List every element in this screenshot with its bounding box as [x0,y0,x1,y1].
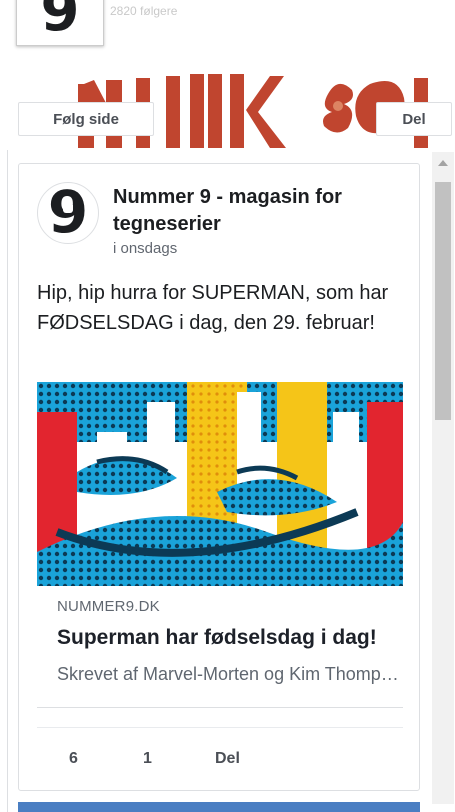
comment-count-button[interactable]: 1 [143,750,152,768]
link-preview-divider [37,707,403,708]
share-post-button[interactable]: Del [215,750,240,768]
logo-glyph: 9 [40,0,80,44]
link-description[interactable]: Skrevet af Marvel-Morten og Kim Thompson [57,664,403,685]
page-avatar[interactable]: 9 [37,182,99,244]
feed-post: 9 Nummer 9 - magasin for tegneserier i o… [18,163,420,791]
post-timestamp[interactable]: i onsdags [113,240,177,257]
cover-area: 9 2820 følgere Følg side Del [0,0,455,150]
share-page-button[interactable]: Del [376,102,452,136]
page-logo[interactable]: 9 [16,0,104,46]
follow-page-button[interactable]: Følg side [18,102,154,136]
post-page-name[interactable]: Nummer 9 - magasin for tegneserier [113,184,373,238]
next-post-preview [18,802,420,812]
link-domain[interactable]: NUMMER9.DK [57,598,160,615]
followers-count: 2820 følgere [110,4,178,18]
scrollbar[interactable] [432,152,454,804]
link-preview-image[interactable] [37,382,403,586]
actions-divider [37,727,403,728]
post-text: Hip, hip hurra for SUPERMAN, som har FØD… [37,282,389,334]
scroll-up-arrow-icon[interactable] [438,160,448,166]
coffee-cup-icon [63,205,73,213]
link-title[interactable]: Superman har fødselsdag i dag! [57,626,403,650]
like-count-button[interactable]: 6 [69,750,78,768]
scrollbar-thumb[interactable] [435,182,451,420]
